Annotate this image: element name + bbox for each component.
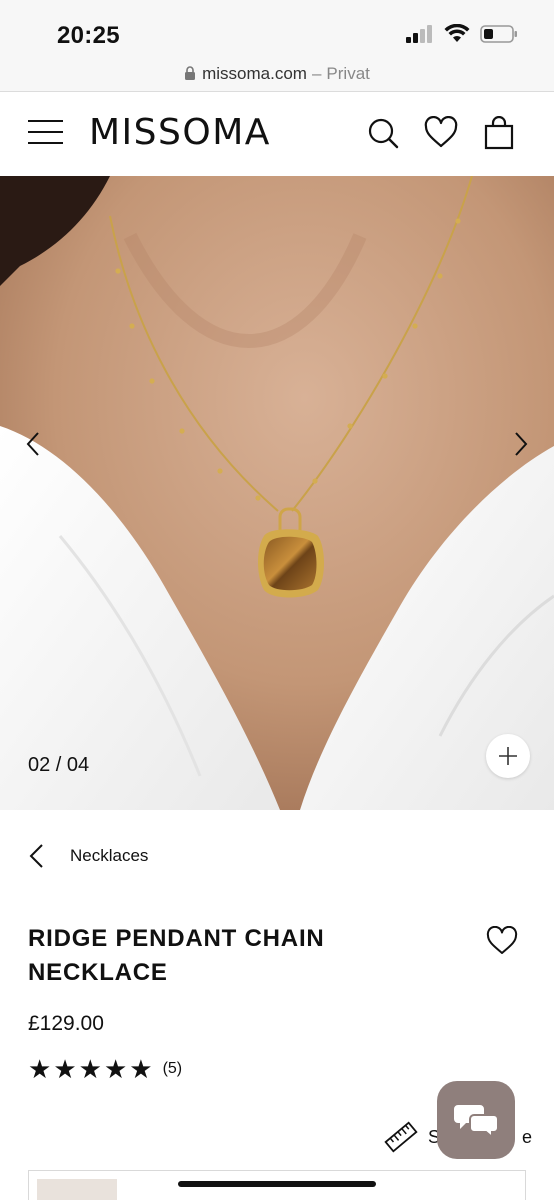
browsing-mode-label: Privat [326, 63, 370, 83]
star-icon: ★ [28, 1054, 52, 1084]
product-price: £129.00 [28, 1012, 104, 1035]
menu-icon[interactable] [28, 120, 63, 146]
status-time: 20:25 [57, 22, 120, 49]
battery-icon [480, 25, 517, 43]
product-photo [0, 176, 554, 810]
star-icon: ★ [103, 1054, 128, 1084]
bag-icon[interactable] [482, 116, 516, 150]
brand-logo[interactable]: MISSOMA [89, 112, 271, 153]
star-icon: ★ [129, 1054, 153, 1084]
previous-image-button[interactable] [18, 424, 48, 464]
wishlist-heart-icon[interactable] [486, 926, 518, 956]
chevron-left-icon [26, 432, 39, 456]
breadcrumb-label: Necklaces [70, 846, 149, 865]
url-bar[interactable]: missoma.com – Privat [0, 56, 554, 92]
breadcrumb[interactable]: Necklaces [28, 842, 148, 870]
product-thumbnail [37, 1179, 117, 1200]
product-title: RIDGE PENDANT CHAIN NECKLACE [28, 922, 408, 990]
product-title-line-2: NECKLACE [28, 959, 168, 986]
chat-button[interactable] [437, 1081, 515, 1159]
status-bar: 20:25 [0, 0, 554, 56]
product-title-line-1: RIDGE PENDANT CHAIN [28, 925, 325, 952]
next-image-button[interactable] [506, 424, 536, 464]
signal-icon [406, 25, 432, 43]
image-counter: 02 / 04 [28, 754, 90, 776]
status-icons [406, 24, 518, 44]
chevron-left-icon [29, 844, 43, 868]
ruler-icon [384, 1121, 418, 1153]
url-domain: missoma.com [202, 63, 307, 83]
chat-bubbles-icon [454, 1105, 498, 1139]
site-header: MISSOMA [0, 92, 554, 176]
size-guide-label-end: e [522, 1126, 533, 1147]
wifi-icon [444, 24, 470, 42]
zoom-button[interactable] [486, 734, 530, 778]
search-icon[interactable] [366, 116, 400, 150]
plus-icon [499, 747, 517, 765]
home-indicator [178, 1181, 376, 1187]
review-count: (5) [162, 1060, 183, 1077]
product-image-carousel[interactable]: 02 / 04 [0, 176, 554, 810]
heart-icon[interactable] [424, 116, 458, 150]
url-separator: – [311, 63, 322, 83]
chevron-right-icon [515, 432, 528, 456]
star-icon: ★ [78, 1054, 102, 1084]
rating[interactable]: ★ ★ ★ ★ ★ (5) [28, 1055, 182, 1083]
lock-icon [184, 66, 196, 81]
star-icon: ★ [53, 1054, 77, 1084]
